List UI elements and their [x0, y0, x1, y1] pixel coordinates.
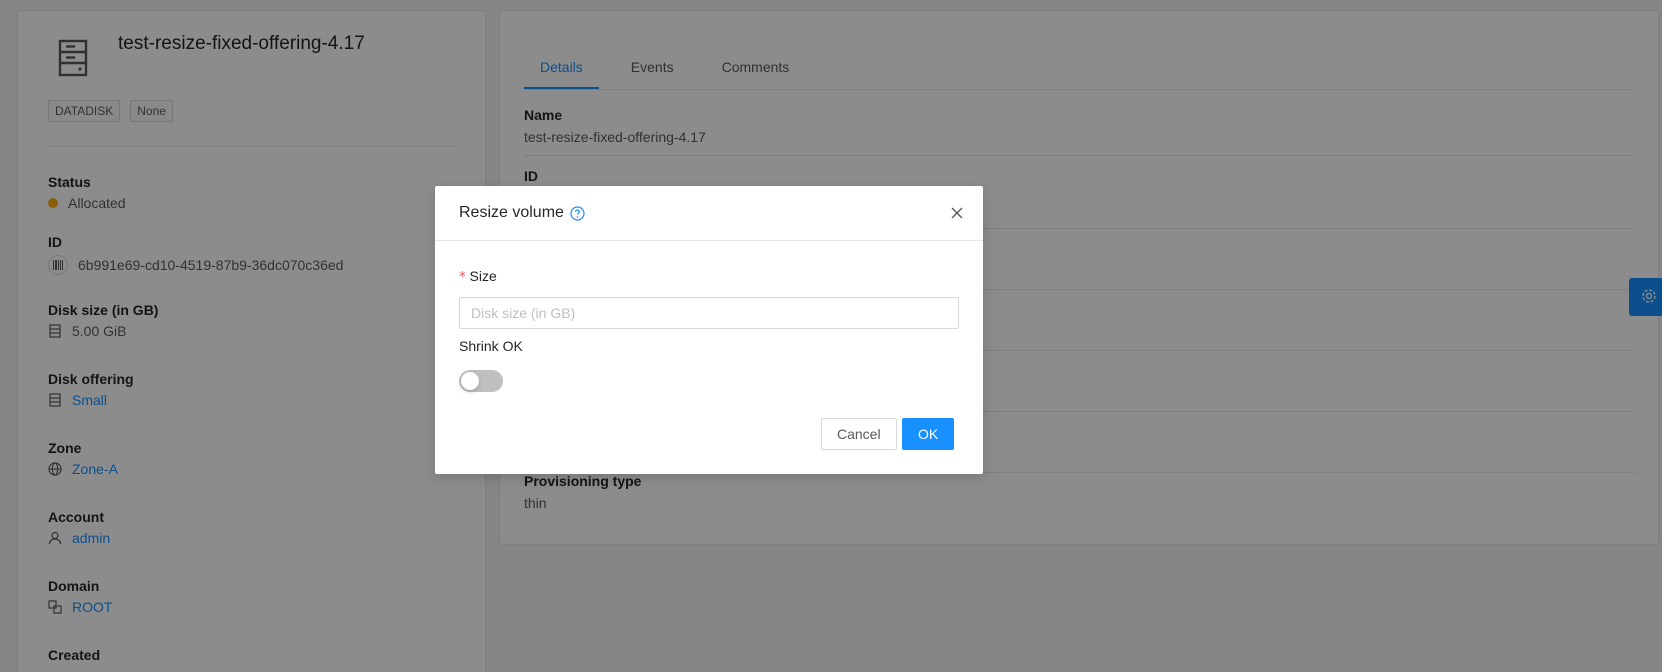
dialog-header: Resize volume	[435, 186, 983, 241]
size-label-text: Size	[469, 268, 497, 284]
question-circle-icon[interactable]	[570, 205, 585, 221]
resize-volume-dialog: Resize volume *Size Shrink OK Cancel OK	[435, 186, 983, 474]
ok-button[interactable]: OK	[902, 418, 955, 450]
disk-size-input[interactable]	[459, 297, 959, 329]
shrink-ok-toggle[interactable]	[459, 370, 503, 392]
close-icon[interactable]	[949, 205, 965, 221]
size-label: * Size	[459, 268, 497, 285]
toggle-knob	[461, 372, 479, 390]
cancel-button[interactable]: Cancel	[821, 418, 897, 450]
required-mark: *	[459, 270, 466, 285]
dialog-title: Resize volume	[459, 204, 564, 221]
shrink-ok-label: Shrink OK	[459, 338, 523, 354]
